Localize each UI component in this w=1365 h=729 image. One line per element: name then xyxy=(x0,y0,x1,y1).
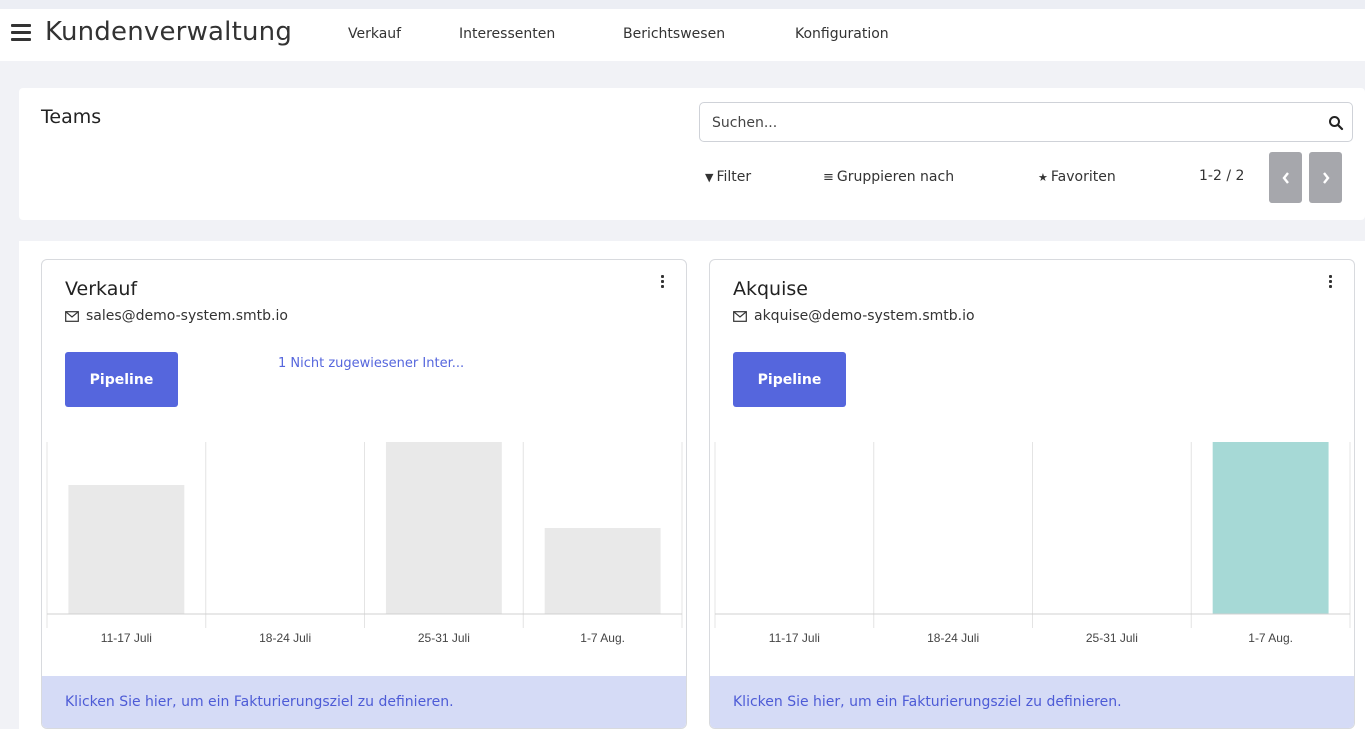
x-tick-label: 11-17 Juli xyxy=(101,631,152,645)
email-text: sales@demo-system.smtb.io xyxy=(86,308,288,324)
search-box xyxy=(699,102,1353,142)
nav-item-interessenten[interactable]: Interessenten xyxy=(459,26,555,42)
page-title: Teams xyxy=(41,106,102,128)
email-text: akquise@demo-system.smtb.io xyxy=(754,308,975,324)
nav-item-konfiguration[interactable]: Konfiguration xyxy=(795,26,889,42)
favorites-label: Favoriten xyxy=(1050,169,1116,185)
filter-label: Filter xyxy=(716,169,752,185)
card-email: sales@demo-system.smtb.io xyxy=(65,308,288,324)
envelope-icon xyxy=(65,310,79,322)
card-email: akquise@demo-system.smtb.io xyxy=(733,308,975,324)
team-card-verkauf[interactable]: Verkauf sales@demo-system.smtb.io Pipeli… xyxy=(41,259,687,729)
x-tick-label: 18-24 Juli xyxy=(259,631,311,645)
x-tick-label: 11-17 Juli xyxy=(769,631,820,645)
leads-bar-chart: 11-17 Juli 18-24 Juli 25-31 Juli 1-7 Aug. xyxy=(714,442,1351,645)
group-by-button[interactable]: ≡ Gruppieren nach xyxy=(823,169,954,185)
pager-next-button[interactable] xyxy=(1309,152,1342,203)
filter-icon: ▼ xyxy=(705,170,714,184)
x-tick-label: 25-31 Juli xyxy=(1086,631,1138,645)
chart-bar xyxy=(385,442,502,614)
pager-value[interactable]: 1-2 / 2 xyxy=(1199,168,1244,184)
unassigned-leads-link[interactable]: 1 Nicht zugewiesener Inter... xyxy=(278,356,464,371)
nav-item-berichtswesen[interactable]: Berichtswesen xyxy=(623,26,725,42)
search-input[interactable] xyxy=(712,113,1292,133)
control-panel: Teams ▼Filter ≡Gruppieren nach ★Favorite… xyxy=(19,88,1365,220)
leads-bar-chart: 11-17 Juli 18-24 Juli 25-31 Juli 1-7 Aug. xyxy=(46,442,683,645)
star-icon: ★ xyxy=(1038,170,1048,184)
team-card-akquise[interactable]: Akquise akquise@demo-system.smtb.io Pipe… xyxy=(709,259,1355,729)
nav-item-verkauf[interactable]: Verkauf xyxy=(348,26,401,42)
chart-bar xyxy=(1212,442,1329,614)
filter-button[interactable]: ▼ Filter xyxy=(705,169,751,185)
pipeline-button[interactable]: Pipeline xyxy=(65,352,178,407)
invoicing-target-footer[interactable]: Klicken Sie hier, um ein Fakturierungszi… xyxy=(710,676,1354,728)
card-title: Verkauf xyxy=(65,278,138,300)
chevron-left-icon xyxy=(1281,171,1289,184)
top-strip xyxy=(0,0,1365,9)
x-tick-label: 1-7 Aug. xyxy=(580,631,625,645)
x-tick-label: 1-7 Aug. xyxy=(1248,631,1293,645)
chevron-right-icon xyxy=(1322,171,1330,184)
envelope-icon xyxy=(733,310,747,322)
invoicing-target-footer[interactable]: Klicken Sie hier, um ein Fakturierungszi… xyxy=(42,676,686,728)
group-by-label: Gruppieren nach xyxy=(836,169,955,185)
pipeline-button[interactable]: Pipeline xyxy=(733,352,846,407)
x-tick-label: 25-31 Juli xyxy=(418,631,470,645)
hamburger-menu-icon[interactable] xyxy=(11,24,31,41)
pager-previous-button[interactable] xyxy=(1269,152,1302,203)
favorites-button[interactable]: ★ Favoriten xyxy=(1038,169,1116,185)
kanban-view: Verkauf sales@demo-system.smtb.io Pipeli… xyxy=(19,241,1365,729)
chart-bar xyxy=(68,485,185,614)
list-icon: ≡ xyxy=(823,169,834,185)
search-icon[interactable] xyxy=(1328,115,1344,131)
chart-bar xyxy=(544,528,661,614)
app-title[interactable]: Kundenverwaltung xyxy=(45,17,292,47)
vertical-dots-menu-icon[interactable] xyxy=(1326,275,1334,291)
x-tick-label: 18-24 Juli xyxy=(927,631,979,645)
vertical-dots-menu-icon[interactable] xyxy=(658,275,666,291)
top-navbar: Kundenverwaltung Verkauf Interessenten B… xyxy=(0,9,1365,61)
card-title: Akquise xyxy=(733,278,808,300)
